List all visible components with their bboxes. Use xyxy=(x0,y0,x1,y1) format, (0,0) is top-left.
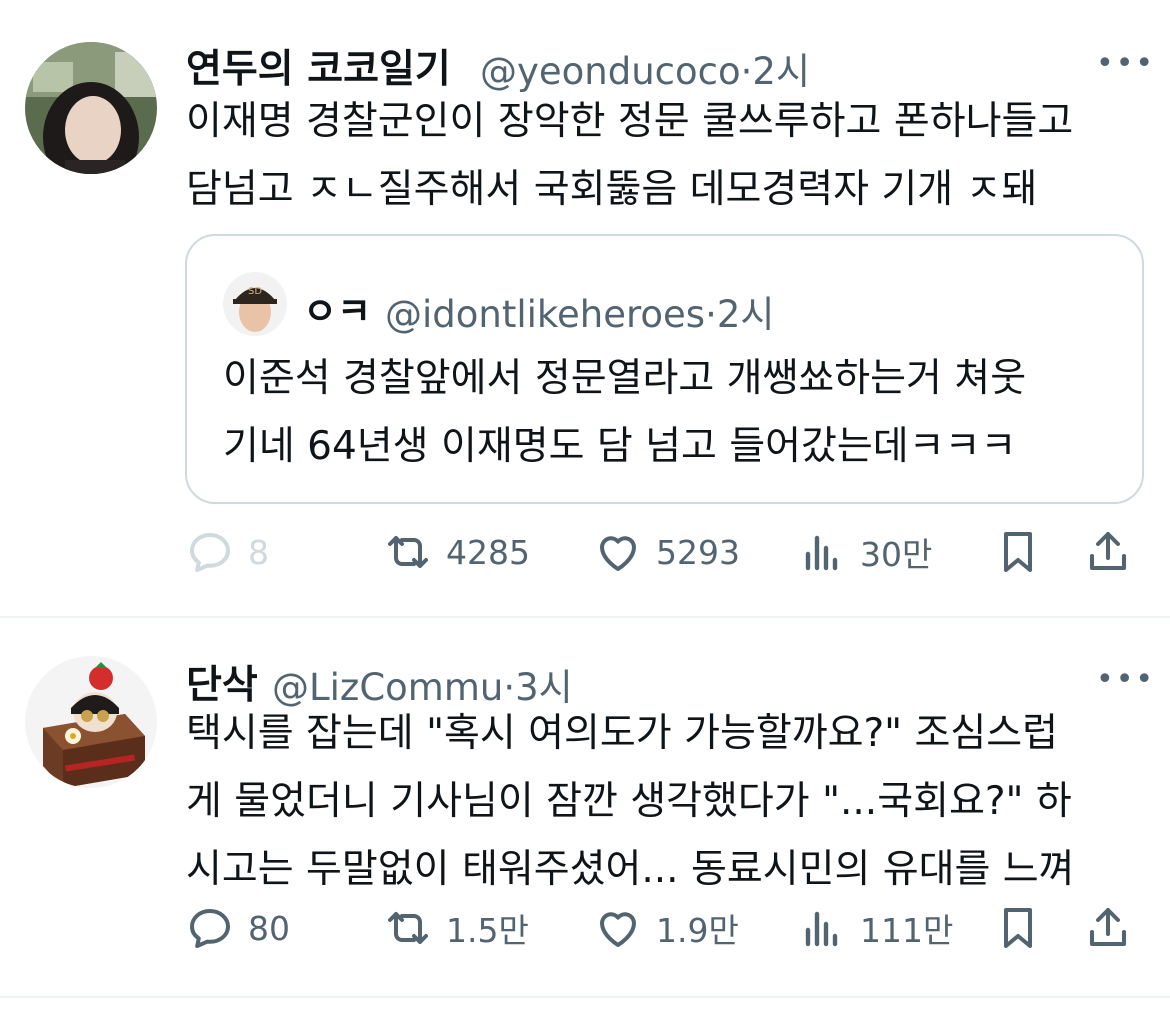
repost-icon xyxy=(388,912,428,944)
views-chart-icon xyxy=(805,911,838,947)
share-icon xyxy=(1090,532,1126,570)
author-handle[interactable]: @yeonducoco xyxy=(480,50,741,93)
quote-text-line: 이준석 경찰앞에서 정문열라고 개쌩쑈하는거 쳐웃 xyxy=(223,356,1027,401)
tweet-text: 택시를 잡는데 "혹시 여의도가 가능할까요?" 조심스럽 게 물었더니 기사님… xyxy=(186,700,1075,904)
reply-icon xyxy=(190,909,230,948)
reply-count: 80 xyxy=(248,908,290,948)
action-bar: 8 4285 5293 30만 xyxy=(186,522,1136,582)
tweet-time[interactable]: 2시 xyxy=(752,50,810,93)
share-button[interactable] xyxy=(1084,522,1132,582)
share-icon xyxy=(1090,908,1126,946)
quote-avatar: SD xyxy=(223,272,287,336)
quote-time: 2시 xyxy=(716,293,775,336)
tweet-divider xyxy=(0,996,1170,998)
views-chart-icon xyxy=(805,535,838,571)
reply-button[interactable]: 8 xyxy=(186,522,269,582)
views-count: 30만 xyxy=(860,535,933,574)
reply-button[interactable]: 80 xyxy=(186,898,290,958)
repost-count: 4285 xyxy=(446,532,530,572)
bookmark-button[interactable] xyxy=(994,898,1042,958)
tweet-text-line: 게 물었더니 기사님이 잠깐 생각했다가 "...국회요?" 하 xyxy=(186,779,1072,824)
action-bar: 80 1.5만 1.9만 111만 xyxy=(186,898,1136,958)
quote-author-name: ㅇㅋ xyxy=(303,290,372,333)
repost-button[interactable]: 4285 xyxy=(384,522,530,582)
bookmark-icon xyxy=(1004,532,1032,572)
tweet[interactable]: 연두의 코코일기 @yeonducoco·2시 ••• 이재명 경찰군인이 장악… xyxy=(0,0,1170,616)
views-button[interactable]: 30만 xyxy=(798,522,932,582)
bookmark-button[interactable] xyxy=(994,522,1042,582)
separator: · xyxy=(740,50,753,93)
heart-icon xyxy=(600,536,636,571)
repost-button[interactable]: 1.5만 xyxy=(384,898,529,958)
quote-text-line: 기네 64년생 이재명도 담 넘고 들어갔는데ㅋㅋㅋ xyxy=(223,424,1017,469)
views-count: 111만 xyxy=(860,911,954,950)
author-name[interactable]: 연두의 코코일기 xyxy=(186,38,451,94)
tweet-text-line: 이재명 경찰군인이 장악한 정문 쿨쓰루하고 폰하나들고 xyxy=(186,99,1074,144)
svg-text:SD: SD xyxy=(248,286,262,297)
repost-icon xyxy=(388,536,428,568)
separator: · xyxy=(705,293,717,336)
like-button[interactable]: 5293 xyxy=(594,522,740,582)
tweet-divider xyxy=(0,616,1170,618)
quote-meta: @idontlikeheroes·2시 xyxy=(385,284,774,338)
tweet[interactable]: 단삭 @LizCommu·3시 ••• 택시를 잡는데 "혹시 여의도가 가능할… xyxy=(0,620,1170,1010)
tweet-text-line: 택시를 잡는데 "혹시 여의도가 가능할까요?" 조심스럽 xyxy=(186,711,1059,756)
tweet-meta: @yeonducoco·2시 xyxy=(480,41,810,95)
tweet-text-line: 시고는 두말없이 태워주셨어... 동료시민의 유대를 느껴 xyxy=(186,847,1075,892)
share-button[interactable] xyxy=(1084,898,1132,958)
heart-icon xyxy=(600,912,636,947)
like-button[interactable]: 1.9만 xyxy=(594,898,739,958)
avatar[interactable] xyxy=(25,42,157,174)
more-options-icon[interactable]: ••• xyxy=(1096,46,1155,81)
tweet-text: 이재명 경찰군인이 장악한 정문 쿨쓰루하고 폰하나들고 담넘고 ㅈㄴ질주해서 … xyxy=(186,88,1073,224)
bookmark-icon xyxy=(1004,908,1032,948)
views-button[interactable]: 111만 xyxy=(798,898,953,958)
repost-count: 1.5만 xyxy=(446,911,529,950)
like-count: 5293 xyxy=(656,532,740,572)
reply-icon xyxy=(190,533,230,572)
reply-count: 8 xyxy=(248,532,269,572)
like-count: 1.9만 xyxy=(656,911,739,950)
tweet-text-line: 담넘고 ㅈㄴ질주해서 국회뚫음 데모경력자 기개 ㅈ돼 xyxy=(186,167,1038,212)
quote-author-handle: @idontlikeheroes xyxy=(385,293,706,336)
avatar[interactable] xyxy=(25,656,157,788)
quote-text: 이준석 경찰앞에서 정문열라고 개쌩쑈하는거 쳐웃 기네 64년생 이재명도 담… xyxy=(223,345,1026,481)
more-options-icon[interactable]: ••• xyxy=(1096,662,1155,697)
quoted-tweet[interactable]: SD ㅇㅋ @idontlikeheroes·2시 이준석 경찰앞에서 정문열라… xyxy=(185,234,1144,504)
